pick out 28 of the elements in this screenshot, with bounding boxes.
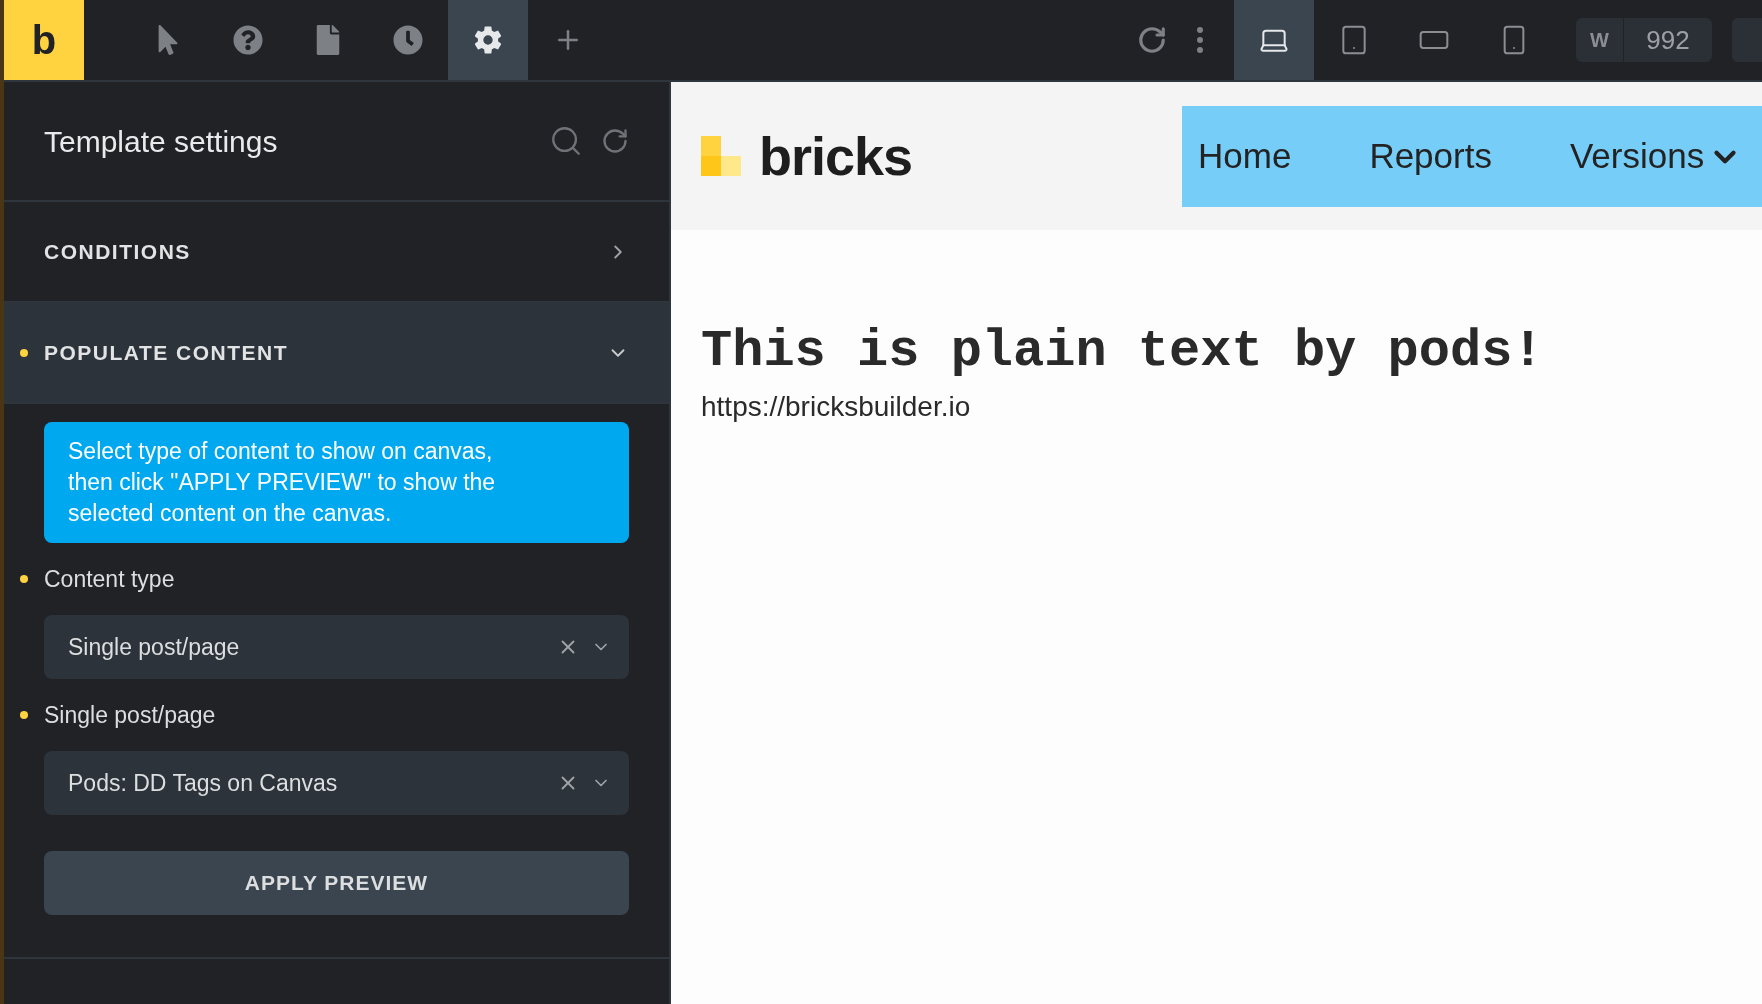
- clock-icon: [393, 25, 423, 55]
- apply-preview-button[interactable]: APPLY PREVIEW: [44, 851, 629, 915]
- width-field[interactable]: W 992: [1576, 18, 1712, 62]
- width-value: 992: [1645, 23, 1691, 57]
- field-label: Content type: [44, 564, 175, 594]
- toolbar-button[interactable]: [448, 0, 528, 80]
- device-button[interactable]: [1234, 0, 1314, 80]
- page-heading: This is plain text by pods!: [701, 322, 1545, 382]
- select-field[interactable]: Single post/page: [44, 615, 629, 679]
- width-label: W: [1576, 18, 1624, 62]
- bricks-logo-icon: [701, 136, 741, 176]
- settings-icon: [473, 25, 503, 55]
- reset-icon[interactable]: [601, 127, 629, 155]
- help-icon: [233, 25, 263, 55]
- more-icon: [1197, 27, 1203, 53]
- site-logo-text: bricks: [759, 124, 913, 188]
- field-label: Single post/page: [44, 700, 216, 730]
- search-icon[interactable]: [549, 124, 583, 158]
- section-header[interactable]: POPULATE CONTENT: [4, 303, 669, 404]
- select-field[interactable]: Pods: DD Tags on Canvas: [44, 751, 629, 815]
- info-message: Select type of content to show on canvas, then click "APPLY PREVIEW" to show the selected content on the canvas.: [44, 422, 629, 543]
- nav-link[interactable]: Versions: [1569, 130, 1705, 183]
- nav-link[interactable]: Home: [1198, 130, 1292, 183]
- reload-icon: [1137, 25, 1167, 55]
- bricks-logo[interactable]: b: [4, 0, 84, 80]
- nav-link[interactable]: Reports: [1369, 130, 1492, 183]
- panel-title: Template settings: [44, 123, 278, 160]
- page-url: https://bricksbuilder.io: [701, 390, 972, 424]
